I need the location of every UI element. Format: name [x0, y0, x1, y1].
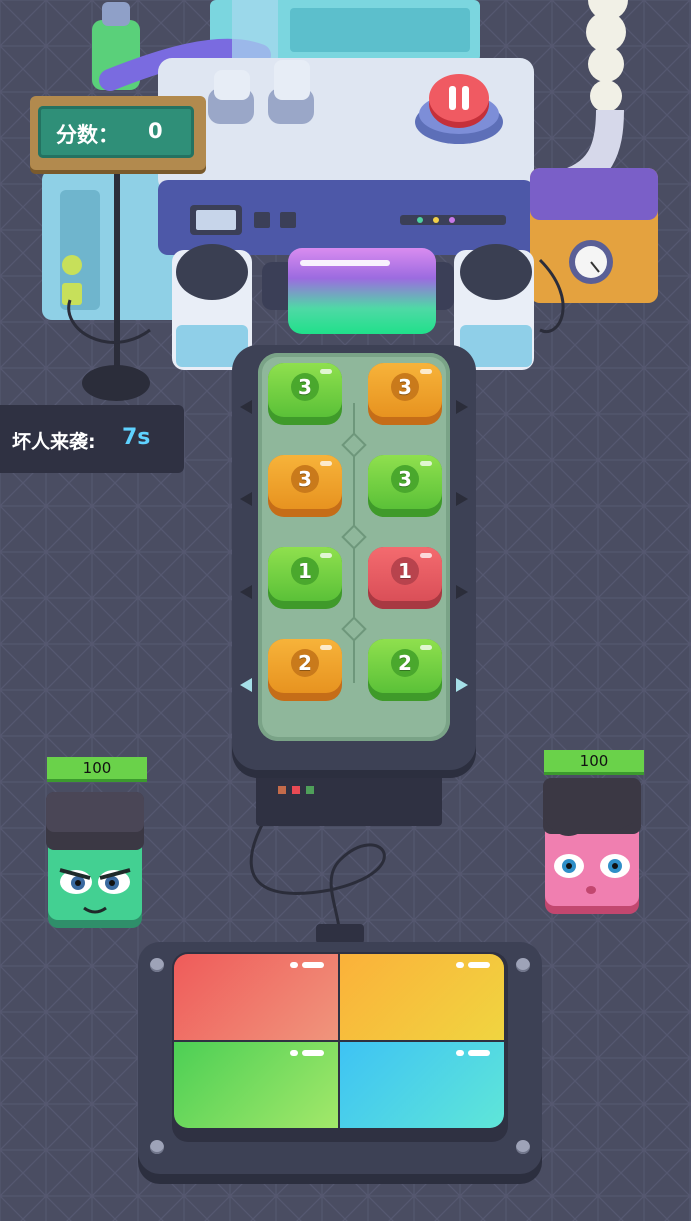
- left-health-bar: 100: [47, 757, 147, 779]
- screw: [516, 958, 530, 972]
- right-character: [543, 778, 641, 914]
- pause-icon: [415, 74, 503, 144]
- tile[interactable]: 1: [268, 547, 342, 609]
- screw: [516, 1140, 530, 1154]
- score-sign: 分数： 0: [30, 96, 206, 170]
- color-pad: [138, 942, 542, 1174]
- tile[interactable]: 3: [368, 455, 442, 517]
- right-health-bar: 100: [544, 750, 644, 772]
- tile-number: 1: [291, 557, 319, 585]
- tile[interactable]: 1: [368, 547, 442, 609]
- tile-number: 2: [391, 649, 419, 677]
- board-tray: 3 3 3 3 1 1 2 2: [258, 353, 450, 741]
- score-value: 0: [148, 119, 163, 143]
- pause-button[interactable]: [413, 64, 505, 146]
- tile-number: 1: [391, 557, 419, 585]
- tile[interactable]: 3: [268, 363, 342, 425]
- tile-number: 3: [391, 373, 419, 401]
- score-panel: 分数： 0: [38, 106, 194, 158]
- enemy-timer: 坏人来袭: 7s: [0, 405, 184, 473]
- screw: [150, 958, 164, 972]
- pad-quadrant-red[interactable]: [174, 954, 338, 1040]
- tile[interactable]: 2: [268, 639, 342, 701]
- pad-quadrant-blue[interactable]: [340, 1042, 504, 1128]
- gauge-icon: [569, 240, 613, 284]
- screw: [150, 1140, 164, 1154]
- game-board: 3 3 3 3 1 1 2 2: [232, 345, 476, 770]
- score-label: 分数：: [56, 123, 119, 147]
- pad-quadrant-green[interactable]: [174, 1042, 338, 1128]
- tile[interactable]: 2: [368, 639, 442, 701]
- left-character: [46, 792, 144, 928]
- enemy-timer-seconds: 7s: [122, 425, 151, 450]
- pad-quadrant-orange[interactable]: [340, 954, 504, 1040]
- enemy-timer-label: 坏人来袭:: [12, 431, 96, 453]
- tile[interactable]: 3: [368, 363, 442, 425]
- tile-number: 3: [291, 465, 319, 493]
- tile-number: 2: [291, 649, 319, 677]
- tile[interactable]: 3: [268, 455, 342, 517]
- tile-number: 3: [291, 373, 319, 401]
- tile-number: 3: [391, 465, 419, 493]
